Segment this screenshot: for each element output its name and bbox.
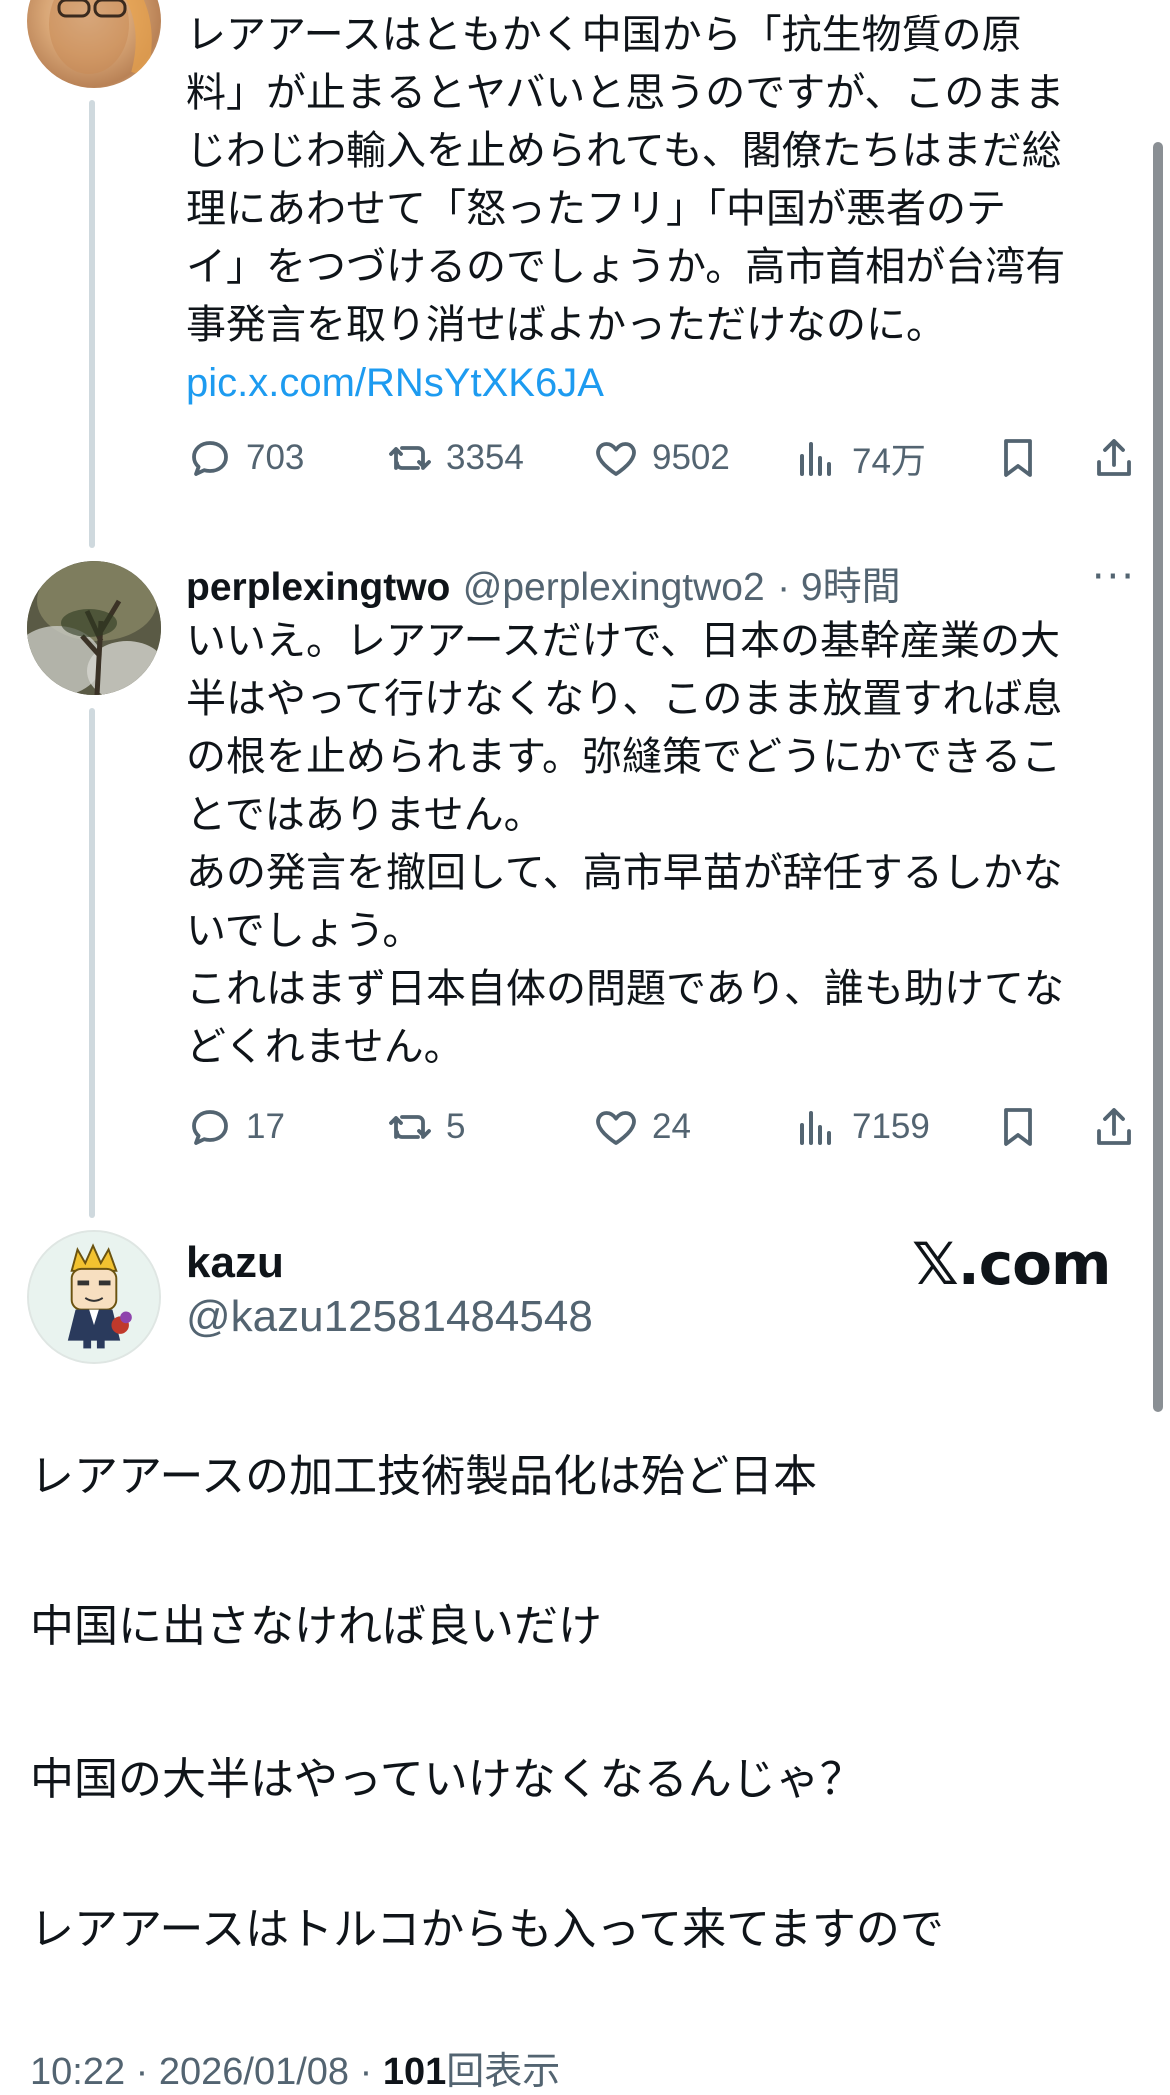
reply-icon: [192, 441, 228, 476]
heart-icon: [596, 1111, 636, 1145]
reply-button[interactable]: 17: [186, 1097, 285, 1157]
tweet-text: レアアースはともかく中国から「抗生物質の原 料」が止まるとヤバいと思うのですが、…: [186, 6, 1126, 412]
repost-button[interactable]: 5: [386, 1097, 465, 1157]
post-paragraph: レアアースの加工技術製品化は殆ど日本: [30, 1451, 818, 1502]
like-button[interactable]: 24: [592, 1097, 691, 1157]
post-timestamp[interactable]: 10:22 · 2026/01/08 ·: [30, 2051, 383, 2093]
views-icon: [800, 1111, 831, 1145]
share-button[interactable]: [1090, 1097, 1138, 1157]
bookmark-button[interactable]: [994, 1097, 1042, 1157]
thread-line: [89, 100, 95, 548]
user-handle[interactable]: @perplexingtwo2: [463, 566, 765, 609]
post-paragraph: レアアースはトルコからも入って来てますので: [30, 1904, 944, 1955]
bookmark-button[interactable]: [994, 428, 1042, 488]
views-button[interactable]: 74万: [792, 428, 926, 488]
scrollbar[interactable]: [1153, 142, 1163, 1412]
reply-icon: [192, 1110, 228, 1145]
avatar[interactable]: [27, 0, 161, 88]
views-button[interactable]: 7159: [792, 1097, 930, 1157]
bookmark-icon: [1004, 1108, 1032, 1146]
repost-count: 5: [446, 1107, 466, 1146]
display-name[interactable]: perplexingtwo: [186, 566, 450, 609]
user-handle[interactable]: @kazu12581484548: [186, 1292, 593, 1342]
more-options-icon[interactable]: ···: [1092, 554, 1136, 600]
repost-count: 3354: [446, 438, 524, 477]
post-paragraph: 中国に出さなければ良いだけ: [30, 1601, 602, 1652]
text-line: 料」が止まるとヤバいと思うのですが、このまま: [186, 70, 1065, 116]
text-line: レアアースはともかく中国から「抗生物質の原: [186, 12, 1022, 58]
repost-button[interactable]: 3354: [386, 428, 524, 488]
like-count: 9502: [652, 438, 730, 477]
tweet-text: いいえ。レアアースだけで、日本の基幹産業の大 半はやって行けなくなり、このまま放…: [186, 612, 1126, 1076]
share-button[interactable]: [1090, 428, 1138, 488]
avatar[interactable]: [27, 1230, 161, 1364]
text-line: どくれません。: [186, 1024, 464, 1070]
text-line: の根を止められます。弥縫策でどうにかできるこ: [186, 734, 1062, 780]
text-line: とではありません。: [186, 792, 544, 838]
text-line: じわじわ輸入を止められても、閣僚たちはまだ総: [186, 128, 1062, 174]
post-paragraph: 中国の大半はやっていけなくなるんじゃ？: [30, 1754, 864, 1805]
repost-icon: [389, 446, 431, 470]
post-meta: 10:22 · 2026/01/08 · 101回表示: [30, 2040, 560, 2095]
x-logo-watermark: 𝕏.com: [912, 1230, 1111, 1298]
text-line: 理にあわせて「怒ったフリ」「中国が悪者のテ: [186, 186, 1006, 232]
avatar[interactable]: [27, 561, 161, 695]
view-count: 101: [382, 2051, 447, 2093]
text-line: いいえ。レアアースだけで、日本の基幹産業の大: [186, 618, 1060, 664]
text-line: いでしょう。: [186, 908, 423, 954]
share-icon: [1097, 1108, 1131, 1145]
tweet-header: perplexingtwo @perplexingtwo2 · 9時間: [186, 556, 901, 612]
display-name[interactable]: kazu: [186, 1238, 284, 1288]
text-line: あの発言を撤回して、高市早苗が辞任するしかな: [186, 850, 1063, 896]
reply-button[interactable]: 703: [186, 428, 304, 488]
like-count: 24: [652, 1107, 691, 1146]
text-line: 半はやって行けなくなり、このまま放置すれば息: [186, 676, 1063, 722]
bookmark-icon: [1004, 439, 1032, 477]
tweet-actions: 703 3354 9502 74万: [186, 428, 1146, 488]
like-button[interactable]: 9502: [592, 428, 730, 488]
reply-count: 703: [246, 438, 305, 477]
post-time[interactable]: · 9時間: [777, 566, 901, 609]
thread-line: [89, 708, 95, 1218]
text-line: 事発言を取り消せばよかっただけなのに。: [186, 302, 946, 348]
text-line: イ」をつづけるのでしょうか。高市首相が台湾有: [186, 244, 1066, 290]
views-count: 7159: [852, 1107, 930, 1146]
heart-icon: [596, 442, 636, 476]
views-icon: [800, 442, 831, 476]
views-count: 74万: [852, 441, 926, 481]
tweet-actions: 17 5 24 7159: [186, 1097, 1146, 1157]
media-link[interactable]: pic.x.com/RNsYtXK6JA: [186, 354, 1126, 412]
share-icon: [1097, 439, 1131, 476]
view-label: 回表示: [446, 2051, 561, 2093]
text-line: これはまず日本自体の問題であり、誰も助けてな: [186, 966, 1064, 1012]
reply-count: 17: [246, 1107, 285, 1146]
repost-icon: [389, 1115, 431, 1139]
